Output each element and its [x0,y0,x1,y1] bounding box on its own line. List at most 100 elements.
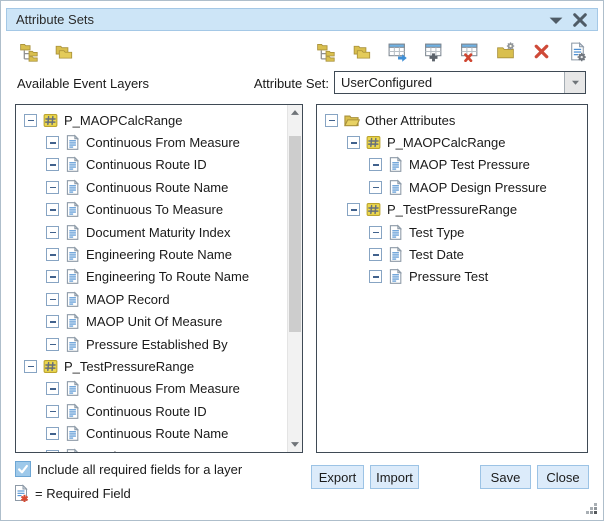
titlebar[interactable]: Attribute Sets [6,8,598,31]
collapse-expander-icon[interactable] [24,360,37,373]
tree-item[interactable]: Pressure Test [324,266,585,288]
open-folder-icon[interactable] [350,40,372,62]
scrollbar-thumb[interactable] [289,136,301,332]
tree-item[interactable]: P_TestPressureRange [23,355,287,377]
tree-item[interactable]: Continuous Route Name [23,176,287,198]
collapse-expander-icon[interactable] [347,203,360,216]
collapse-expander-icon[interactable] [46,158,59,171]
collapse-expander-icon[interactable] [369,158,382,171]
collapse-expander-icon[interactable] [347,136,360,149]
collapse-expander-icon[interactable] [369,181,382,194]
remove-table-icon[interactable] [458,40,480,62]
field-icon [64,291,81,308]
event-table-icon [42,112,59,129]
import-button[interactable]: Import [370,465,419,489]
collapse-expander-icon[interactable] [325,114,338,127]
collapse-expander-icon[interactable] [46,315,59,328]
tree-item[interactable]: Continuous To Measure [23,445,287,452]
new-attribute-set-icon[interactable] [494,40,516,62]
collapse-expander-icon[interactable] [369,270,382,283]
field-icon [64,380,81,397]
available-layers-panel: P_MAOPCalcRange Continuous From Measure … [15,104,303,453]
event-table-icon [365,134,382,151]
add-event-layers-icon[interactable] [314,40,336,62]
collapse-expander-icon[interactable] [46,450,59,452]
field-icon [64,201,81,218]
tree-item[interactable]: Continuous To Measure [23,199,287,221]
tree-item[interactable]: MAOP Design Pressure [324,176,585,198]
collapse-expander-icon[interactable] [46,248,59,261]
tree-item[interactable]: Engineering To Route Name [23,266,287,288]
tree-item[interactable]: Other Attributes [324,109,585,131]
tree-item[interactable]: MAOP Unit Of Measure [23,311,287,333]
collapse-expander-icon[interactable] [24,114,37,127]
tree-item[interactable]: Continuous From Measure [23,378,287,400]
tree-item[interactable]: Continuous Route ID [23,400,287,422]
available-event-layers-label: Available Event Layers [17,76,149,91]
field-icon [64,313,81,330]
tree-item[interactable]: P_MAOPCalcRange [324,131,585,153]
required-field-text: = Required Field [35,486,131,501]
resize-grip[interactable] [586,503,598,515]
field-icon [64,156,81,173]
tree-item[interactable]: Continuous Route ID [23,154,287,176]
export-table-icon[interactable] [386,40,408,62]
add-event-layers-icon[interactable] [17,40,39,62]
collapse-expander-icon[interactable] [46,382,59,395]
field-icon [387,224,404,241]
save-button[interactable]: Save [480,465,531,489]
collapse-expander-icon[interactable] [369,248,382,261]
chevron-down-icon[interactable] [564,72,585,93]
tree-item[interactable]: Continuous Route Name [23,422,287,444]
tree-item[interactable]: MAOP Test Pressure [324,154,585,176]
field-icon [64,425,81,442]
scroll-up-button[interactable] [288,105,302,120]
scroll-down-button[interactable] [288,437,302,452]
tree-item[interactable]: P_MAOPCalcRange [23,109,287,131]
collapse-expander-icon[interactable] [369,226,382,239]
tree-item[interactable]: MAOP Record [23,288,287,310]
available-layers-tree: P_MAOPCalcRange Continuous From Measure … [16,105,287,452]
configure-report-icon[interactable] [566,40,588,62]
collapse-expander-icon[interactable] [46,270,59,283]
attribute-set-value: UserConfigured [335,72,564,93]
tree-item[interactable]: Pressure Established By [23,333,287,355]
include-required-label: Include all required fields for a layer [37,462,242,477]
collapse-expander-icon[interactable] [46,293,59,306]
include-required-fields-row: Include all required fields for a layer [15,461,242,477]
field-icon [387,268,404,285]
open-folder-icon[interactable] [52,40,74,62]
close-icon[interactable] [572,12,588,28]
field-icon [64,134,81,151]
field-icon [64,246,81,263]
collapse-expander-icon[interactable] [46,226,59,239]
folder-icon [343,112,360,129]
tree-item[interactable]: P_TestPressureRange [324,199,585,221]
collapse-expander-icon[interactable] [46,427,59,440]
field-icon [64,179,81,196]
dock-arrow-icon[interactable] [548,12,564,28]
export-button[interactable]: Export [311,465,364,489]
field-icon [64,403,81,420]
tree-item[interactable]: Engineering Route Name [23,243,287,265]
field-icon [387,179,404,196]
add-table-icon[interactable] [422,40,444,62]
field-icon [64,336,81,353]
delete-icon[interactable] [530,40,552,62]
include-required-checkbox[interactable] [15,461,31,477]
tree-item[interactable]: Document Maturity Index [23,221,287,243]
dialog-title: Attribute Sets [16,12,540,27]
tree-item[interactable]: Continuous From Measure [23,131,287,153]
close-button[interactable]: Close [537,465,589,489]
collapse-expander-icon[interactable] [46,181,59,194]
toolbar-left [17,40,74,62]
collapse-expander-icon[interactable] [46,405,59,418]
tree-item[interactable]: Test Type [324,221,585,243]
tree-item[interactable]: Test Date [324,243,585,265]
vertical-scrollbar[interactable] [287,105,302,452]
field-icon [387,156,404,173]
collapse-expander-icon[interactable] [46,203,59,216]
attribute-set-dropdown[interactable]: UserConfigured [334,71,586,94]
collapse-expander-icon[interactable] [46,338,59,351]
collapse-expander-icon[interactable] [46,136,59,149]
